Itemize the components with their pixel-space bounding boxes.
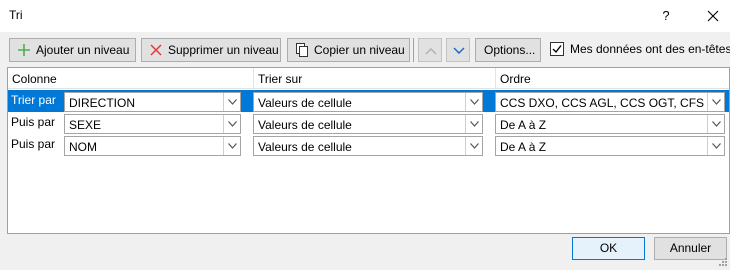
close-button[interactable] [700,5,726,27]
title-bar [0,0,730,32]
sort-on-select[interactable]: Valeurs de cellule [253,136,483,156]
order-select-value: CCS DXO, CCS AGL, CCS OGT, CFS CO, CCS [500,96,724,110]
delete-level-button[interactable]: Supprimer un niveau [141,38,281,62]
chevron-down-icon [228,143,237,149]
row-label: Puis par [11,115,56,129]
options-button[interactable]: Options... [475,38,541,62]
delete-level-label: Supprimer un niveau [168,43,279,57]
dropdown-button[interactable] [707,115,724,133]
delete-x-icon [148,42,164,58]
sort-on-select-value: Valeurs de cellule [258,118,352,132]
headers-checkbox-label[interactable]: Mes données ont des en-têtes [570,42,730,56]
sort-on-select-value: Valeurs de cellule [258,96,352,110]
order-select-value: De A à Z [500,118,547,132]
toolbar-separator [413,38,414,62]
checkmark-icon [552,45,562,54]
dropdown-button[interactable] [707,137,724,155]
move-down-button[interactable] [446,38,470,62]
help-button[interactable]: ? [654,5,678,27]
window-title: Tri [9,8,23,22]
header-divider [495,68,496,88]
chevron-down-icon [712,121,721,127]
order-select-value: De A à Z [500,140,547,154]
column-select-value: SEXE [69,118,102,132]
chevron-down-icon [470,99,479,105]
column-select[interactable]: SEXE [64,114,241,134]
header-separator [8,88,729,89]
add-level-label: Ajouter un niveau [36,43,130,57]
chevron-down-icon [228,99,237,105]
chevron-down-icon [470,121,479,127]
dropdown-button[interactable] [223,115,240,133]
cancel-button[interactable]: Annuler [654,237,727,260]
chevron-down-icon [453,47,465,54]
column-select-value: NOM [69,140,97,154]
resize-grip-icon[interactable] [718,256,728,266]
column-header-column: Colonne [12,72,57,86]
column-select[interactable]: DIRECTION [64,92,241,112]
move-up-button[interactable] [418,38,442,62]
row-label: Puis par [11,137,56,151]
order-select[interactable]: De A à Z [495,114,725,134]
ok-button[interactable]: OK [572,237,645,260]
column-header-sort-on: Trier sur [258,72,303,86]
chevron-down-icon [228,121,237,127]
sort-on-select[interactable]: Valeurs de cellule [253,114,483,134]
column-select[interactable]: NOM [64,136,241,156]
dropdown-button[interactable] [465,115,482,133]
order-select[interactable]: De A à Z [495,136,725,156]
dropdown-button[interactable] [465,93,482,111]
sort-on-select-value: Valeurs de cellule [258,140,352,154]
chevron-down-icon [712,99,721,105]
chevron-down-icon [712,143,721,149]
copy-icon [294,42,310,58]
dropdown-button[interactable] [465,137,482,155]
order-select[interactable]: CCS DXO, CCS AGL, CCS OGT, CFS CO, CCS [495,92,725,112]
row-label: Trier par [11,93,56,107]
dropdown-button[interactable] [707,93,724,111]
header-divider [253,68,254,88]
chevron-down-icon [470,143,479,149]
chevron-up-icon [425,48,437,55]
options-label: Options... [484,43,536,57]
dropdown-button[interactable] [223,93,240,111]
dropdown-button[interactable] [223,137,240,155]
add-level-button[interactable]: Ajouter un niveau [9,38,136,62]
plus-icon [16,42,32,58]
copy-level-label: Copier un niveau [314,43,405,57]
column-header-order: Ordre [500,72,531,86]
copy-level-button[interactable]: Copier un niveau [287,38,410,62]
headers-checkbox[interactable] [550,42,564,56]
column-select-value: DIRECTION [69,96,135,110]
close-icon [707,10,719,22]
sort-on-select[interactable]: Valeurs de cellule [253,92,483,112]
sort-levels-list: Colonne Trier sur Ordre Trier par DIRECT… [7,67,730,234]
